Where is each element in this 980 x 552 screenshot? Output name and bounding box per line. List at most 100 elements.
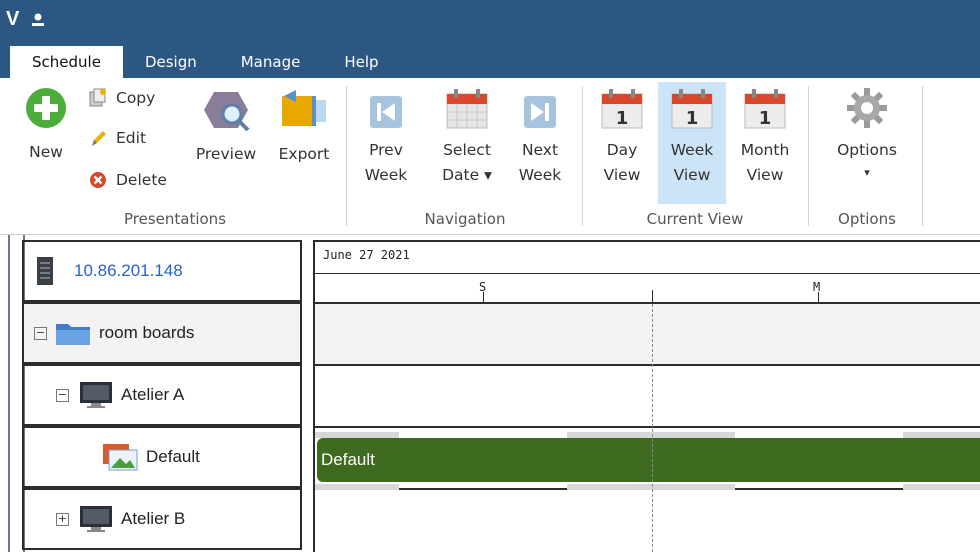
- calendar-day-number: 1: [616, 108, 629, 129]
- select-date-line1: Select: [443, 141, 491, 159]
- collapse-toggle[interactable]: −: [56, 388, 69, 402]
- header-divider: [315, 273, 980, 274]
- ribbon-separator: [582, 86, 583, 226]
- skip-back-icon: [370, 96, 402, 128]
- day-view-line1: Day: [606, 141, 638, 159]
- delete-label: Delete: [116, 171, 167, 189]
- tab-help[interactable]: Help: [322, 46, 400, 78]
- next-week-line2: Week: [518, 166, 562, 184]
- schedule-bar-label: Default: [321, 450, 375, 469]
- calendar-day-number: 1: [759, 108, 772, 129]
- plus-circle-icon: [26, 88, 66, 128]
- device-tree: 10.86.201.148 − room boards − Atelier A: [22, 240, 302, 552]
- group-navigation-label: Navigation: [424, 210, 506, 228]
- edit-label: Edit: [116, 129, 147, 147]
- timeline-date: June 27 2021: [323, 248, 410, 262]
- gear-icon: [847, 88, 887, 128]
- preview-label: Preview: [195, 145, 257, 163]
- timeline-row-folder[interactable]: [315, 304, 980, 366]
- presentation-icon: [103, 444, 138, 471]
- collapse-toggle[interactable]: −: [34, 326, 47, 340]
- edit-button[interactable]: Edit: [88, 128, 146, 148]
- off-hours-shade: [315, 484, 399, 490]
- calendar-grid-icon: [446, 89, 488, 129]
- device-b-label: Atelier B: [121, 509, 186, 528]
- week-view-button[interactable]: 1 Week View: [658, 82, 726, 204]
- export-button[interactable]: Export: [272, 86, 336, 167]
- calendar-day-number: 1: [686, 108, 699, 129]
- new-label: New: [29, 143, 63, 161]
- user-icon[interactable]: [30, 12, 46, 28]
- day-view-line2: View: [603, 166, 641, 184]
- day-tick: [483, 292, 484, 304]
- day-view-button[interactable]: 1 Day View: [594, 86, 650, 188]
- week-view-line2: View: [673, 166, 711, 184]
- ribbon-separator: [922, 86, 923, 226]
- select-date-line2: Date ▾: [442, 166, 492, 184]
- day-tick: [818, 292, 819, 304]
- preview-button[interactable]: Preview: [192, 86, 260, 167]
- tree-row-device-a[interactable]: − Atelier A: [22, 364, 302, 426]
- skip-forward-icon: [524, 96, 556, 128]
- month-view-line2: View: [746, 166, 784, 184]
- tab-design[interactable]: Design: [123, 46, 219, 78]
- day-tick: [652, 290, 653, 304]
- group-current-view-label: Current View: [646, 210, 744, 228]
- copy-button[interactable]: Copy: [88, 88, 155, 108]
- folder-label: room boards: [99, 323, 195, 342]
- ribbon: New Copy Edit Delete Preview Export Pres…: [0, 78, 980, 235]
- prev-week-button[interactable]: Prev Week: [356, 94, 416, 188]
- timeline-row-device-a[interactable]: [315, 366, 980, 428]
- next-week-button[interactable]: Next Week: [510, 94, 570, 188]
- title-bar: V Schedule Design Manage Help: [0, 0, 980, 78]
- copy-label: Copy: [116, 89, 156, 107]
- copy-icon: [89, 88, 106, 107]
- select-date-button[interactable]: Select Date ▾: [434, 86, 500, 188]
- presentation-label: Default: [146, 447, 200, 466]
- tree-row-device-b[interactable]: + Atelier B: [22, 488, 302, 550]
- schedule-area: 10.86.201.148 − room boards − Atelier A: [0, 235, 980, 552]
- prev-week-line2: Week: [364, 166, 408, 184]
- group-presentations-label: Presentations: [123, 210, 227, 228]
- group-options-label: Options: [838, 210, 896, 228]
- calendar-week-icon: 1: [671, 89, 713, 129]
- day-label-monday: M: [813, 280, 821, 294]
- off-hours-shade: [567, 484, 735, 490]
- export-icon: [282, 90, 326, 126]
- monitor-icon: [80, 506, 112, 532]
- ribbon-tabs: Schedule Design Manage Help: [0, 46, 401, 78]
- expand-toggle[interactable]: +: [56, 512, 69, 526]
- timeline-row-device-b[interactable]: [315, 490, 980, 552]
- options-button[interactable]: Options ▾: [828, 86, 906, 183]
- month-view-line1: Month: [740, 141, 790, 159]
- timeline[interactable]: June 27 2021 S M Default: [313, 240, 980, 552]
- month-view-button[interactable]: 1 Month View: [734, 86, 796, 188]
- pencil-icon: [92, 131, 106, 146]
- current-time-line: [652, 304, 653, 552]
- options-dropdown-arrow: ▾: [864, 166, 870, 179]
- export-label: Export: [278, 145, 330, 163]
- timeline-header: June 27 2021 S M: [315, 240, 980, 304]
- tree-row-folder[interactable]: − room boards: [22, 302, 302, 364]
- prev-week-line1: Prev: [369, 141, 403, 159]
- week-view-line1: Week: [670, 141, 714, 159]
- ribbon-separator: [808, 86, 809, 226]
- schedule-bar[interactable]: Default: [317, 438, 980, 482]
- calendar-month-icon: 1: [744, 89, 786, 129]
- delete-button[interactable]: Delete: [88, 170, 167, 190]
- tab-manage[interactable]: Manage: [219, 46, 323, 78]
- ribbon-separator: [346, 86, 347, 226]
- device-a-label: Atelier A: [121, 385, 185, 404]
- app-logo: V: [6, 8, 20, 30]
- tab-schedule[interactable]: Schedule: [10, 46, 123, 78]
- tree-row-server[interactable]: 10.86.201.148: [22, 240, 302, 302]
- monitor-icon: [80, 382, 112, 408]
- tree-row-presentation[interactable]: Default: [22, 426, 302, 488]
- off-hours-shade: [903, 484, 980, 490]
- server-icon: [37, 257, 53, 285]
- delete-icon: [90, 172, 106, 188]
- options-label: Options: [837, 141, 897, 159]
- server-address: 10.86.201.148: [74, 261, 183, 280]
- calendar-day-icon: 1: [601, 89, 643, 129]
- new-button[interactable]: New: [18, 86, 74, 165]
